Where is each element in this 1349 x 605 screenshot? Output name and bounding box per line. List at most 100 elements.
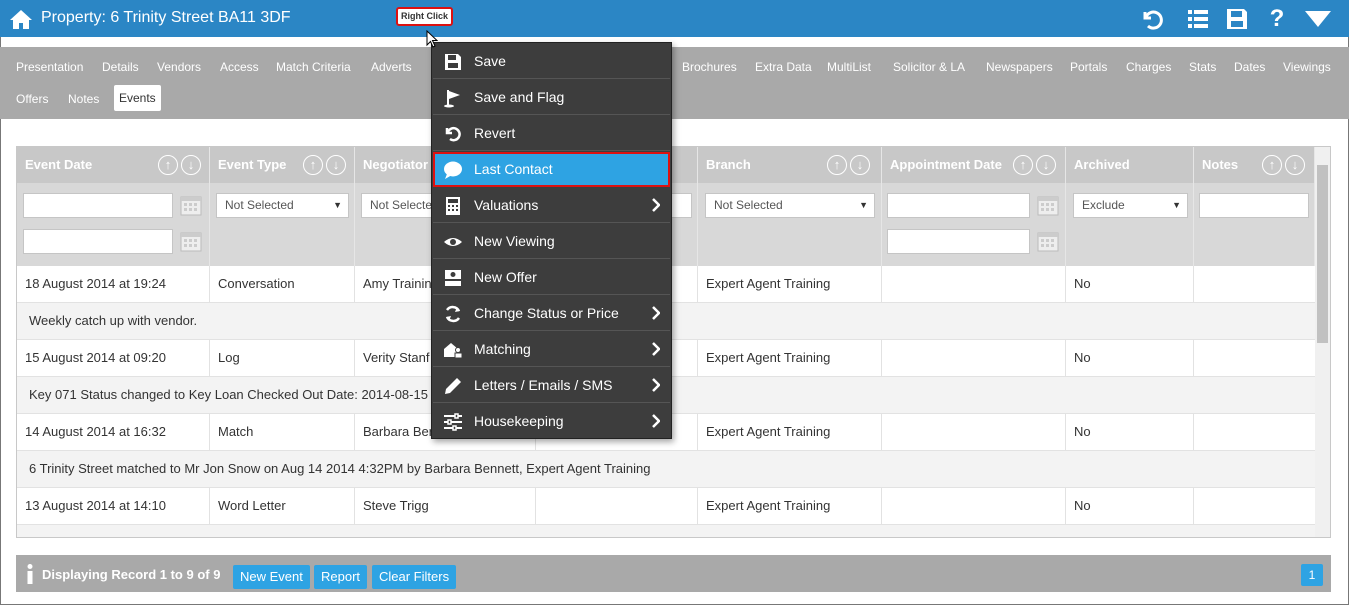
menu-item-save-and-flag[interactable]: Save and Flag [433,80,670,115]
notes-filter-input[interactable] [1199,193,1309,218]
menu-item-new-viewing[interactable]: New Viewing [433,224,670,259]
branch-select[interactable]: Not Selected ▼ [705,193,875,218]
tab-presentation[interactable]: Presentation [16,54,83,80]
menu-item-letters-emails-sms[interactable]: Letters / Emails / SMS [433,368,670,403]
grid-footer: Displaying Record 1 to 9 of 9 New Event … [16,555,1331,592]
event-date-from-input[interactable] [23,193,173,218]
archived-select[interactable]: Exclude ▼ [1073,193,1188,218]
tab-solicitor-la[interactable]: Solicitor & LA [893,54,965,80]
sort-up-icon[interactable]: ↑ [158,155,178,175]
dropdown-icon[interactable] [1303,7,1333,31]
tab-viewings[interactable]: Viewings [1283,54,1331,80]
chevron-right-icon [652,342,660,356]
chevron-right-icon [652,198,660,212]
sort-down-icon[interactable]: ↓ [181,155,201,175]
tab-adverts[interactable]: Adverts [371,54,412,80]
refresh-icon [445,305,461,323]
home-icon[interactable] [9,8,33,30]
tab-events[interactable]: Events [114,85,161,111]
sort-down-icon[interactable]: ↓ [1285,155,1305,175]
page-number-button[interactable]: 1 [1301,564,1323,586]
right-click-callout: Right Click [396,7,453,26]
column-header-event-type[interactable]: Event Type ↑ ↓ [210,147,355,183]
tab-notes[interactable]: Notes [68,86,99,112]
tab-extra-data[interactable]: Extra Data [755,54,812,80]
calendar-icon[interactable] [180,230,202,252]
column-header-branch[interactable]: Branch ↑ ↓ [698,147,882,183]
info-icon [27,564,33,584]
chevron-down-icon: ▼ [859,200,868,210]
menu-item-matching[interactable]: Matching [433,332,670,367]
filter-cell-event-type: Not Selected ▼ [210,183,355,266]
chevron-down-icon: ▼ [333,200,342,210]
sort-up-icon[interactable]: ↑ [303,155,323,175]
sort-down-icon[interactable]: ↓ [1036,155,1056,175]
house-people-icon [444,343,463,359]
menu-item-housekeeping[interactable]: Housekeeping [433,404,670,439]
vertical-scrollbar[interactable] [1315,147,1330,537]
sort-up-icon[interactable]: ↑ [1262,155,1282,175]
event-type-select[interactable]: Not Selected ▼ [216,193,349,218]
appointment-date-to-input[interactable] [887,229,1030,254]
column-header-archived[interactable]: Archived [1066,147,1194,183]
tab-brochures[interactable]: Brochures [682,54,737,80]
filter-cell-appointment-date [882,183,1066,266]
sort-down-icon[interactable]: ↓ [326,155,346,175]
sort-up-icon[interactable]: ↑ [827,155,847,175]
app-header: Property: 6 Trinity Street BA11 3DF ? [0,0,1349,37]
tab-access[interactable]: Access [220,54,259,80]
pencil-icon [445,378,461,394]
save-icon[interactable] [1224,7,1250,31]
record-count: Displaying Record 1 to 9 of 9 [42,567,221,582]
event-date-to-input[interactable] [23,229,173,254]
tab-newspapers[interactable]: Newspapers [986,54,1053,80]
filter-cell-notes [1194,183,1315,266]
tab-vendors[interactable]: Vendors [157,54,201,80]
context-menu: Save Save and Flag Revert Last Contact V… [431,42,672,439]
menu-item-change-status-or-price[interactable]: Change Status or Price [433,296,670,331]
column-header-appointment-date[interactable]: Appointment Date ↑ ↓ [882,147,1066,183]
tab-bar: Presentation Details Vendors Access Matc… [0,47,1349,119]
calendar-icon[interactable] [180,194,202,216]
chevron-right-icon [652,306,660,320]
save-icon [445,54,461,70]
table-row-note[interactable]: 6 Trinity Street matched to Mr Jon Snow … [17,451,1315,488]
clear-filters-button[interactable]: Clear Filters [372,565,457,589]
tab-details[interactable]: Details [102,54,139,80]
list-icon[interactable] [1185,7,1211,31]
menu-item-last-contact[interactable]: Last Contact [433,152,670,187]
column-header-notes[interactable]: Notes ↑ ↓ [1194,147,1315,183]
sort-up-icon[interactable]: ↑ [1013,155,1033,175]
undo-icon[interactable] [1139,7,1165,31]
tab-match-criteria[interactable]: Match Criteria [276,54,351,80]
filter-cell-branch: Not Selected ▼ [698,183,882,266]
tab-offers[interactable]: Offers [16,86,48,112]
tab-charges[interactable]: Charges [1126,54,1171,80]
menu-item-valuations[interactable]: Valuations [433,188,670,223]
menu-item-new-offer[interactable]: New Offer [433,260,670,295]
scrollbar-thumb[interactable] [1317,165,1328,343]
column-header-event-date[interactable]: Event Date ↑ ↓ [17,147,210,183]
tab-stats[interactable]: Stats [1189,54,1216,80]
appointment-date-from-input[interactable] [887,193,1030,218]
menu-item-revert[interactable]: Revert [433,116,670,151]
tab-dates[interactable]: Dates [1234,54,1265,80]
calendar-icon[interactable] [1037,230,1059,252]
mouse-cursor-icon [426,30,438,48]
chevron-down-icon: ▼ [1172,200,1181,210]
eye-icon [444,238,462,246]
filter-cell-archived: Exclude ▼ [1066,183,1194,266]
calendar-icon[interactable] [1037,194,1059,216]
chevron-right-icon [652,378,660,392]
report-button[interactable]: Report [314,565,368,589]
table-row[interactable]: 13 August 2014 at 14:10 Word Letter Stev… [17,488,1315,525]
tab-portals[interactable]: Portals [1070,54,1107,80]
sort-down-icon[interactable]: ↓ [850,155,870,175]
tab-multilist[interactable]: MultiList [827,54,871,80]
chevron-right-icon [652,414,660,428]
flag-icon [444,90,460,108]
table-row-note[interactable] [17,525,1315,537]
new-event-button[interactable]: New Event [233,565,310,589]
menu-item-save[interactable]: Save [433,44,670,79]
help-icon[interactable]: ? [1264,7,1290,31]
